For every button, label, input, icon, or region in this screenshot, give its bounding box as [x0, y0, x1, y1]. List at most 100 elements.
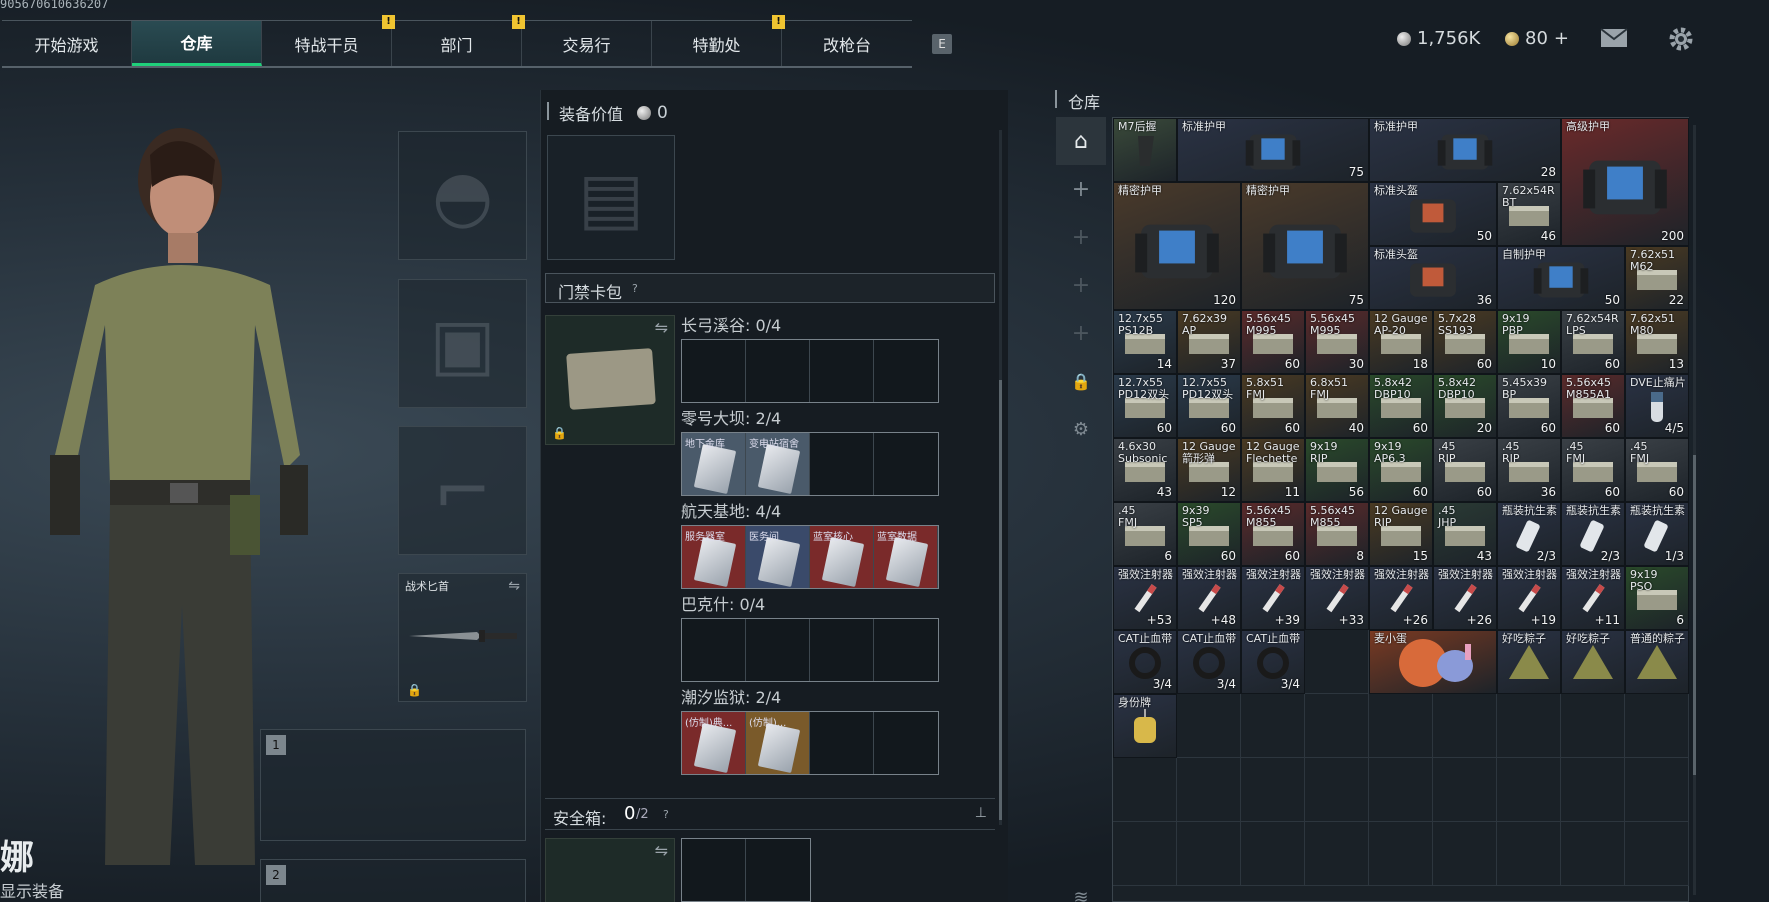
keycard-item[interactable]: 地下金库: [682, 433, 746, 495]
silver-currency[interactable]: 1,756K: [1397, 28, 1480, 49]
layers-icon[interactable]: ≋: [1056, 873, 1106, 902]
inventory-item[interactable]: 标准头盔 36: [1369, 246, 1497, 310]
grid-cell[interactable]: [1497, 694, 1561, 758]
grid-cell[interactable]: [1561, 822, 1625, 886]
inventory-item[interactable]: 标准护甲 28: [1369, 118, 1561, 182]
inventory-item[interactable]: 9x19 PBP 10: [1497, 310, 1561, 374]
add-page-icon[interactable]: +: [1056, 213, 1106, 261]
safebox-cell[interactable]: [746, 839, 810, 901]
keycard-empty-slot[interactable]: [682, 619, 746, 681]
backpack-slot[interactable]: ▤: [547, 135, 675, 260]
inventory-item[interactable]: 普通的粽子: [1625, 630, 1689, 694]
gold-currency[interactable]: 80 +: [1505, 28, 1569, 49]
inventory-item[interactable]: 强效注射器 +26: [1369, 566, 1433, 630]
tab-3[interactable]: 部门!: [392, 15, 525, 66]
safebox-item[interactable]: ⇋: [545, 838, 675, 902]
inventory-item[interactable]: .45 FMJ 60: [1625, 438, 1689, 502]
grid-cell[interactable]: [1433, 694, 1497, 758]
keycard-item[interactable]: (仿制)...: [746, 712, 810, 774]
scrollbar-thumb[interactable]: [999, 380, 1002, 820]
settings-gear-icon[interactable]: [1668, 26, 1694, 52]
inventory-item[interactable]: CAT止血带 3/4: [1177, 630, 1241, 694]
grid-cell[interactable]: [1497, 758, 1561, 822]
inventory-item[interactable]: 自制护甲 50: [1497, 246, 1625, 310]
inventory-item[interactable]: 5.8x42 DBP10 20: [1433, 374, 1497, 438]
keycard-item[interactable]: 蓝室数据: [874, 526, 938, 588]
inventory-item[interactable]: 瓶装抗生素 1/3: [1625, 502, 1689, 566]
keycard-item[interactable]: 医务间: [746, 526, 810, 588]
scrollbar-track[interactable]: [999, 130, 1002, 825]
inventory-item[interactable]: 标准护甲 75: [1177, 118, 1369, 182]
pistol-slot[interactable]: ⌐: [398, 426, 527, 555]
show-equipment-toggle[interactable]: 显示装备: [0, 878, 64, 902]
swap-icon[interactable]: ⇋: [655, 318, 668, 337]
keycard-empty-slot[interactable]: [682, 340, 746, 402]
grid-cell[interactable]: [1625, 694, 1689, 758]
inventory-item[interactable]: 强效注射器 +39: [1241, 566, 1305, 630]
inventory-item[interactable]: .45 RIP 60: [1433, 438, 1497, 502]
tab-0[interactable]: 开始游戏: [2, 21, 132, 66]
inventory-item[interactable]: 12 Gauge AP-20 18: [1369, 310, 1433, 374]
keycard-empty-slot[interactable]: [810, 712, 874, 774]
inventory-item[interactable]: 4.6x30 Subsonic 43: [1113, 438, 1177, 502]
grid-cell[interactable]: [1177, 694, 1241, 758]
help-icon[interactable]: ?: [663, 808, 669, 821]
keycard-item[interactable]: (仿制)典...: [682, 712, 746, 774]
keycard-pouch-item[interactable]: ⇋ 🔒: [545, 315, 675, 445]
inventory-item[interactable]: 5.7x28 SS193 60: [1433, 310, 1497, 374]
inventory-item[interactable]: 12.7x55 PD12双头 60: [1177, 374, 1241, 438]
inventory-item[interactable]: .45 RIP 36: [1497, 438, 1561, 502]
mail-icon[interactable]: [1600, 28, 1628, 48]
inventory-item[interactable]: 12.7x55 PS12B 14: [1113, 310, 1177, 374]
inventory-item[interactable]: 12 Gauge RIP 15: [1369, 502, 1433, 566]
inventory-item[interactable]: 身份牌: [1113, 694, 1177, 758]
inventory-item[interactable]: 强效注射器 +19: [1497, 566, 1561, 630]
grid-cell[interactable]: [1305, 822, 1369, 886]
grid-cell[interactable]: [1241, 822, 1305, 886]
keycard-empty-slot[interactable]: [874, 433, 938, 495]
primary-weapon-slot-1[interactable]: 1: [260, 729, 526, 841]
inventory-item[interactable]: 麦小蛋: [1369, 630, 1497, 694]
keycard-empty-slot[interactable]: [874, 712, 938, 774]
inventory-item[interactable]: 5.56x45 M855 8: [1305, 502, 1369, 566]
inventory-item[interactable]: CAT止血带 3/4: [1113, 630, 1177, 694]
inventory-item[interactable]: 7.62x39 AP 37: [1177, 310, 1241, 374]
gold-add-button[interactable]: +: [1554, 28, 1569, 49]
inventory-item[interactable]: DVE止痛片 4/5: [1625, 374, 1689, 438]
grid-cell[interactable]: [1177, 758, 1241, 822]
inventory-item[interactable]: M7后握: [1113, 118, 1177, 182]
keycard-empty-slot[interactable]: [874, 340, 938, 402]
grid-cell[interactable]: [1113, 758, 1177, 822]
inventory-item[interactable]: 强效注射器 +48: [1177, 566, 1241, 630]
inventory-item[interactable]: 精密护甲 75: [1241, 182, 1369, 310]
tab-1[interactable]: 仓库: [132, 21, 262, 66]
grid-cell[interactable]: [1241, 758, 1305, 822]
inventory-item[interactable]: 瓶装抗生素 2/3: [1497, 502, 1561, 566]
scrollbar-track[interactable]: [1693, 125, 1696, 895]
add-page-icon[interactable]: +: [1056, 165, 1106, 213]
helmet-slot[interactable]: ◓: [398, 131, 527, 260]
inventory-item[interactable]: 强效注射器 +11: [1561, 566, 1625, 630]
inventory-item[interactable]: 7.62x51 M80 13: [1625, 310, 1689, 374]
inventory-item[interactable]: 7.62x54R BT 46: [1497, 182, 1561, 246]
keycard-item[interactable]: 服务器室: [682, 526, 746, 588]
inventory-item[interactable]: 好吃粽子: [1497, 630, 1561, 694]
grid-cell[interactable]: [1561, 758, 1625, 822]
grid-cell[interactable]: [1369, 822, 1433, 886]
keycard-empty-slot[interactable]: [746, 619, 810, 681]
inventory-item[interactable]: 好吃粽子: [1561, 630, 1625, 694]
scrollbar-thumb[interactable]: [1693, 455, 1696, 775]
grid-cell[interactable]: [1113, 822, 1177, 886]
tab-2[interactable]: 特战干员!: [262, 15, 395, 66]
keycard-empty-slot[interactable]: [810, 340, 874, 402]
keycard-empty-slot[interactable]: [874, 619, 938, 681]
inventory-item[interactable]: 精密护甲 120: [1113, 182, 1241, 310]
inventory-item[interactable]: 9x19 RIP 56: [1305, 438, 1369, 502]
grid-cell[interactable]: [1241, 694, 1305, 758]
inventory-item[interactable]: 强效注射器 +53: [1113, 566, 1177, 630]
keycard-empty-slot[interactable]: [810, 619, 874, 681]
tab-6[interactable]: 改枪台: [782, 21, 912, 66]
safebox-cell[interactable]: [682, 839, 746, 901]
inventory-item[interactable]: 9x19 PSO 6: [1625, 566, 1689, 630]
inventory-item[interactable]: 5.56x45 M855 60: [1241, 502, 1305, 566]
